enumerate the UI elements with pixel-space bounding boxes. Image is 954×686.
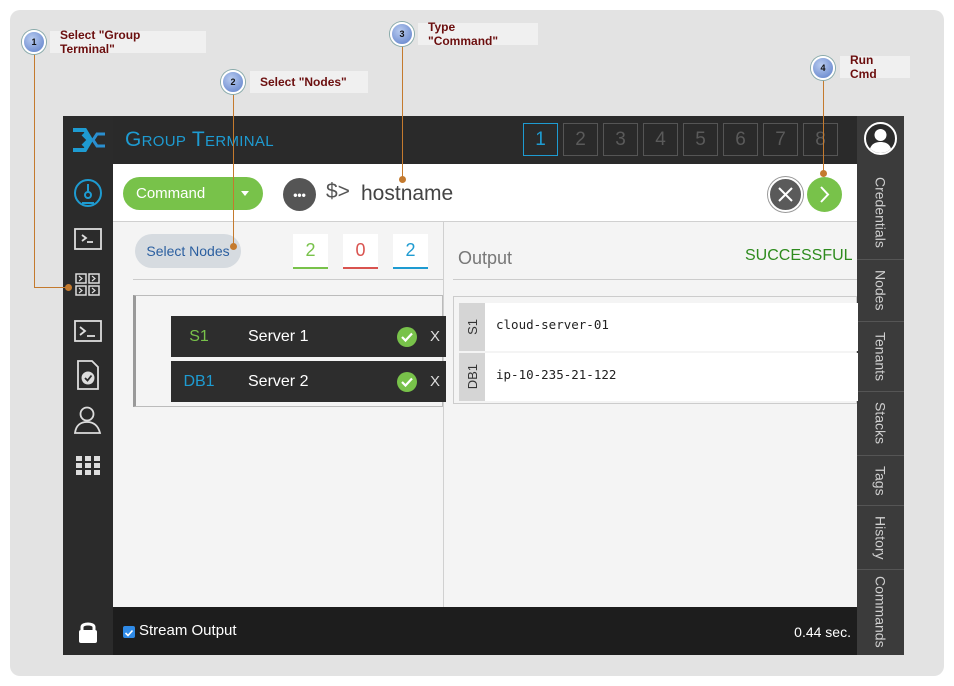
output-heading: Output (458, 248, 513, 268)
side-tabs: Credentials Nodes Tenants Stacks Tags Hi… (857, 166, 904, 654)
side-tab-stacks[interactable]: Stacks (857, 392, 904, 456)
terminal-tab-6[interactable]: 6 (723, 123, 758, 156)
terminal-tabs: 1 2 3 4 5 6 7 8 (523, 123, 838, 156)
panel-splitter[interactable] (443, 222, 444, 607)
group-terminal-app: Group Terminal 1 2 3 4 5 6 7 8 Credentia… (63, 116, 904, 655)
annotation-callout-1: Select "Group Terminal" (50, 28, 206, 56)
annotation-leader (34, 287, 68, 288)
annotation-leader (233, 94, 234, 246)
total-count-badge: 2 (393, 234, 428, 269)
step-badge-2: 2 (221, 70, 245, 94)
output-row: DB1 ip-10-235-21-122 (459, 353, 858, 401)
ellipsis-icon: ••• (293, 187, 306, 202)
annotation-callout-3: Type "Command" (418, 20, 538, 48)
terminal-tab-3[interactable]: 3 (603, 123, 638, 156)
check-circle-icon (397, 372, 417, 392)
annotation-leader (402, 46, 403, 178)
annotation-leader (34, 54, 35, 287)
document-check-icon[interactable] (70, 358, 106, 392)
annotation-callout-4: Run Cmd (840, 53, 910, 81)
caret-down-icon (241, 191, 249, 196)
status-badge: SUCCESSFUL (745, 247, 853, 264)
divider (453, 279, 857, 280)
terminal-tab-4[interactable]: 4 (643, 123, 678, 156)
group-terminal-grid-icon[interactable] (70, 268, 106, 302)
annotation-dot (230, 243, 237, 250)
terminal-tab-2[interactable]: 2 (563, 123, 598, 156)
run-command-button[interactable] (807, 177, 842, 212)
command-bar: Command ••• $> (113, 164, 857, 222)
check-circle-icon (397, 327, 417, 347)
output-row: S1 cloud-server-01 (459, 303, 858, 351)
side-tab-tags[interactable]: Tags (857, 456, 904, 506)
bottom-bar: Stream Output 0.44 sec. (113, 607, 857, 655)
more-options-button[interactable]: ••• (283, 178, 316, 211)
command-type-select[interactable]: Command (123, 177, 263, 210)
page-title: Group Terminal (125, 128, 274, 151)
annotation-dot (399, 176, 406, 183)
avatar[interactable] (864, 122, 897, 155)
annotation-dot (820, 170, 827, 177)
select-nodes-button[interactable]: Select Nodes (135, 234, 241, 268)
node-id: DB1 (183, 373, 215, 390)
stream-output-label: Stream Output (139, 622, 237, 639)
terminal-tab-5[interactable]: 5 (683, 123, 718, 156)
clear-command-button[interactable] (768, 177, 803, 212)
output-text: cloud-server-01 (496, 317, 609, 332)
apps-grid-icon[interactable] (70, 448, 106, 482)
remove-node-button[interactable]: X (430, 328, 440, 345)
shell-prompt: $> (326, 180, 350, 203)
side-tab-tenants[interactable]: Tenants (857, 322, 904, 392)
remove-node-button[interactable]: X (430, 373, 440, 390)
step-badge-1: 1 (22, 30, 46, 54)
annotation-leader (823, 80, 824, 172)
output-text: ip-10-235-21-122 (496, 367, 617, 382)
output-node-tag: DB1 (459, 353, 485, 401)
top-bar: Group Terminal 1 2 3 4 5 6 7 8 (113, 116, 857, 164)
right-sidebar: Credentials Nodes Tenants Stacks Tags Hi… (857, 116, 904, 655)
node-row[interactable]: DB1 Server 2 X (171, 361, 446, 402)
divider (133, 279, 443, 280)
dashboard-gauge-icon[interactable] (70, 176, 106, 210)
lock-icon[interactable] (77, 620, 99, 644)
node-row[interactable]: S1 Server 1 X (171, 316, 446, 357)
terminal-scroll-icon[interactable] (70, 222, 106, 256)
logo-icon (67, 120, 109, 160)
selected-nodes-list: S1 Server 1 X DB1 Server 2 X (133, 295, 446, 407)
chevron-right-icon (820, 186, 830, 203)
side-tab-history[interactable]: History (857, 506, 904, 570)
node-name: Server 1 (248, 328, 309, 345)
output-panel: S1 cloud-server-01 DB1 ip-10-235-21-122 (453, 296, 858, 404)
node-name: Server 2 (248, 373, 309, 390)
user-profile-icon[interactable] (70, 403, 106, 437)
terminal-tab-8[interactable]: 8 (803, 123, 838, 156)
terminal-icon[interactable] (70, 314, 106, 348)
close-icon (778, 187, 793, 202)
step-badge-4: 4 (811, 56, 835, 80)
terminal-tab-7[interactable]: 7 (763, 123, 798, 156)
output-node-tag: S1 (459, 303, 485, 351)
side-tab-commands[interactable]: Commands (857, 570, 904, 654)
failed-count-badge: 0 (343, 234, 378, 269)
left-sidebar (63, 116, 113, 655)
command-input[interactable] (361, 178, 741, 210)
side-tab-nodes[interactable]: Nodes (857, 260, 904, 322)
step-badge-3: 3 (390, 22, 414, 46)
node-id: S1 (189, 328, 209, 345)
annotation-callout-2: Select "Nodes" (250, 71, 368, 93)
success-count-badge: 2 (293, 234, 328, 269)
terminal-tab-1[interactable]: 1 (523, 123, 558, 156)
elapsed-time: 0.44 sec. (794, 624, 851, 640)
stream-output-checkbox[interactable] (123, 626, 135, 638)
annotation-dot (65, 284, 72, 291)
side-tab-credentials[interactable]: Credentials (857, 166, 904, 260)
command-type-label: Command (136, 185, 206, 202)
